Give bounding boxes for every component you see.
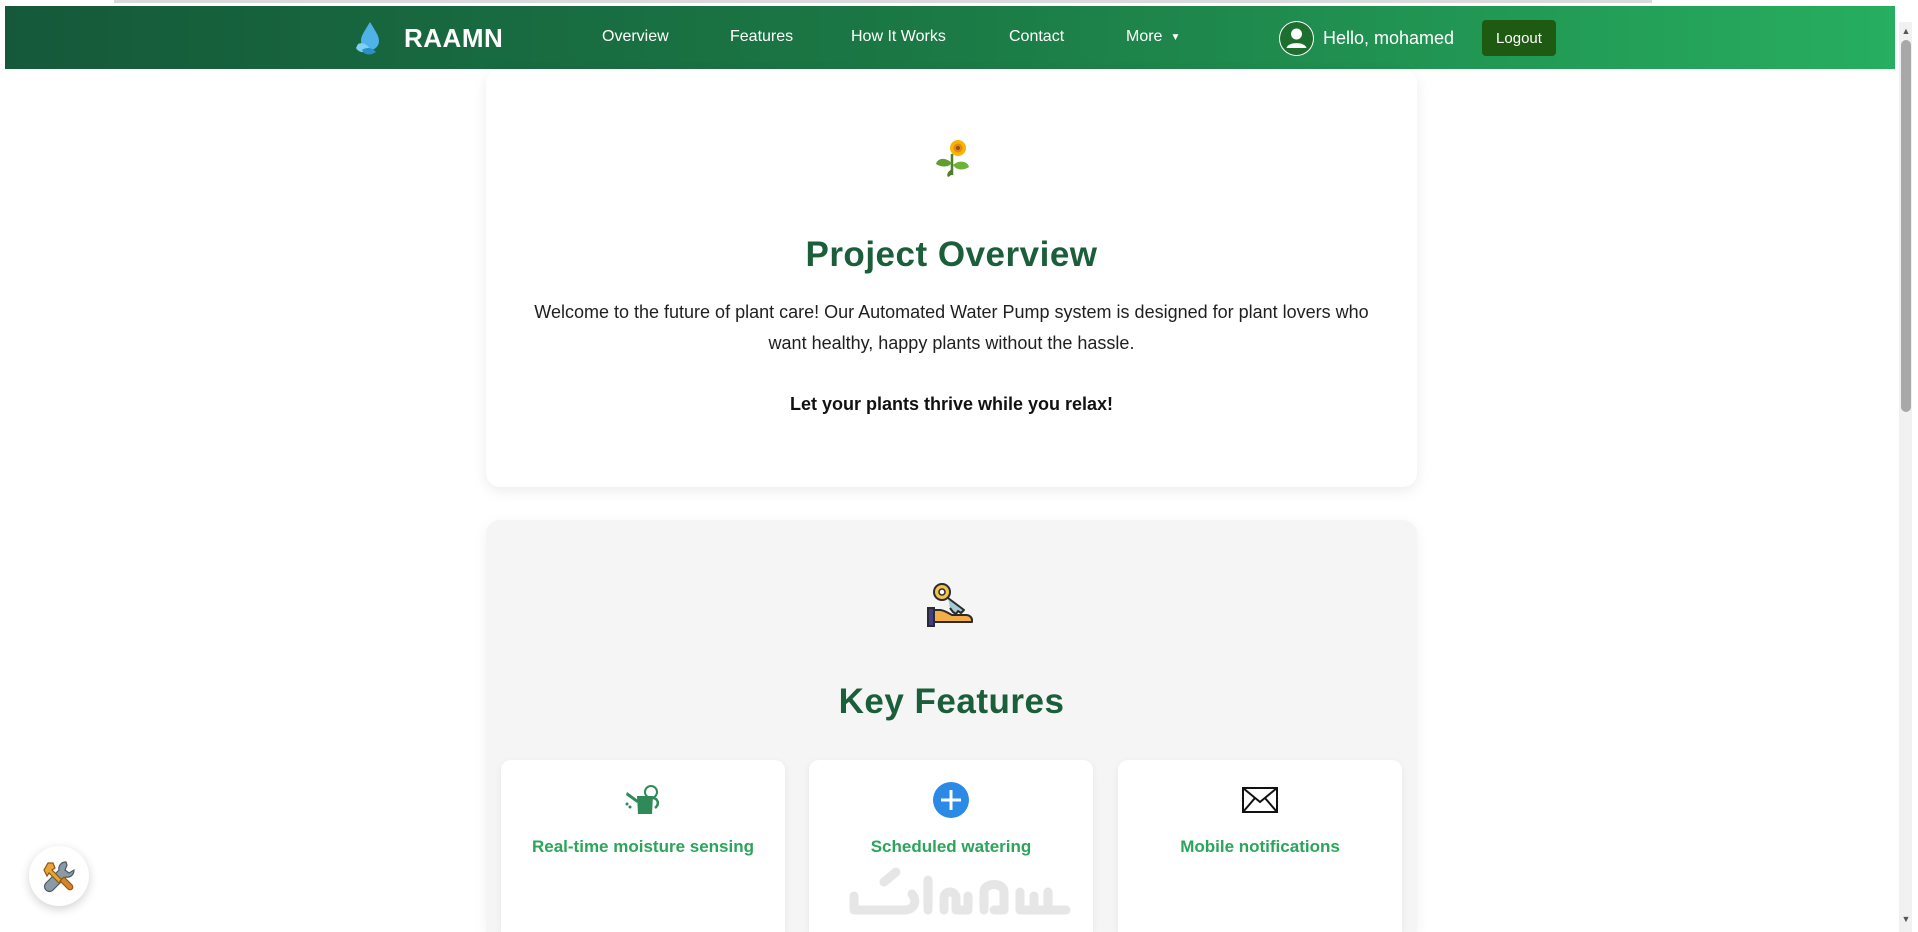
overview-tagline: Let your plants thrive while you relax! xyxy=(789,394,1114,414)
feature-card-notifications[interactable]: Mobile notifications xyxy=(1118,760,1402,932)
nav-more-dropdown[interactable]: More ▼ xyxy=(1126,28,1180,46)
scroll-down-icon[interactable]: ▼ xyxy=(1899,912,1913,926)
envelope-icon xyxy=(1242,787,1278,813)
nav-overview[interactable]: Overview xyxy=(602,28,669,46)
user-greeting: Hello, mohamed xyxy=(1279,20,1454,56)
scroll-up-icon[interactable]: ▲ xyxy=(1899,24,1913,38)
sunflower-icon xyxy=(936,140,969,177)
brand-name: RAAMN xyxy=(404,22,504,53)
overview-card: Project Overview Welcome to the future o… xyxy=(486,69,1417,487)
nav-contact[interactable]: Contact xyxy=(1009,28,1064,46)
nav-features[interactable]: Features xyxy=(730,28,793,46)
overview-title: Project Overview xyxy=(805,235,1098,274)
nav-more-label: More xyxy=(1126,28,1163,45)
feature-label: Real-time moisture sensing xyxy=(531,837,754,856)
feature-label: Mobile notifications xyxy=(1180,837,1340,856)
overview-description: Welcome to the future of plant care! Our… xyxy=(534,302,1369,353)
window-top-edge xyxy=(114,0,1652,3)
greeting-text: Hello, mohamed xyxy=(1323,27,1455,48)
feature-label: Scheduled watering xyxy=(870,837,1032,856)
caret-down-icon: ▼ xyxy=(1170,31,1181,43)
feature-card-moisture[interactable]: Real-time moisture sensing xyxy=(501,760,785,932)
plus-circle-icon xyxy=(933,782,969,818)
nav-how-it-works[interactable]: How It Works xyxy=(851,28,946,46)
hand-with-key-icon xyxy=(927,583,973,627)
tools-icon xyxy=(43,861,75,893)
scroll-thumb[interactable] xyxy=(1901,40,1911,412)
user-avatar-icon xyxy=(1279,20,1314,56)
water-drop-leaf-icon xyxy=(356,22,379,55)
window-right-edge xyxy=(1912,0,1918,932)
khamsat-watermark-icon xyxy=(849,867,1071,915)
logout-button[interactable]: Logout xyxy=(1482,20,1556,56)
features-title: Key Features xyxy=(838,682,1065,721)
tools-fab-button[interactable] xyxy=(29,846,89,906)
watering-can-icon xyxy=(625,785,660,814)
navbar: RAAMN Overview Features How It Works Con… xyxy=(5,6,1895,69)
brand[interactable]: RAAMN xyxy=(352,20,503,56)
